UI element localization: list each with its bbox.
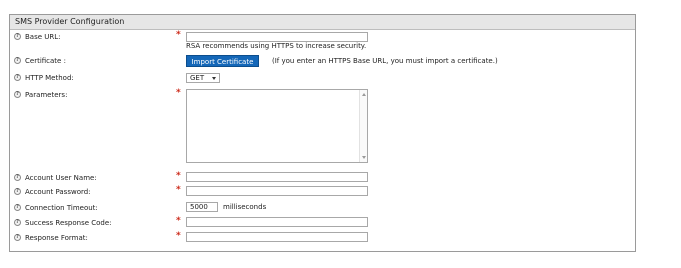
response-format-label: Response Format: [25, 234, 88, 242]
http-method-row: ? HTTP Method: GET [10, 72, 635, 84]
certificate-row: ? Certificate : Import Certificate (If y… [10, 55, 635, 67]
help-icon[interactable]: ? [14, 234, 21, 241]
success-response-code-row: ? Success Response Code: * [10, 217, 635, 229]
parameters-scrollbar[interactable] [359, 90, 367, 162]
certificate-hint: (If you enter an HTTPS Base URL, you mus… [272, 57, 498, 65]
help-icon[interactable]: ? [14, 204, 21, 211]
parameters-row: ? Parameters: * [10, 89, 635, 165]
certificate-label: Certificate : [25, 57, 66, 65]
base-url-hint: RSA recommends using HTTPS to increase s… [186, 42, 367, 50]
required-marker: * [176, 185, 181, 195]
account-password-label: Account Password: [25, 188, 91, 196]
response-format-row: ? Response Format: * [10, 232, 635, 244]
required-marker: * [176, 30, 181, 40]
required-marker: * [176, 171, 181, 181]
account-password-row: ? Account Password: * [10, 186, 635, 198]
response-format-input[interactable] [186, 232, 368, 242]
account-user-name-label: Account User Name: [25, 174, 97, 182]
success-response-code-input[interactable] [186, 217, 368, 227]
chevron-down-icon [212, 77, 216, 80]
account-password-input[interactable] [186, 186, 368, 196]
help-icon[interactable]: ? [14, 174, 21, 181]
sms-provider-config-panel: SMS Provider Configuration ? Base URL: *… [9, 14, 636, 252]
required-marker: * [176, 231, 181, 241]
parameters-label: Parameters: [25, 91, 68, 99]
parameters-value [187, 90, 190, 98]
connection-timeout-row: ? Connection Timeout: 5000 milliseconds [10, 202, 635, 214]
connection-timeout-label: Connection Timeout: [25, 204, 98, 212]
scroll-up-icon[interactable] [362, 93, 366, 96]
http-method-label: HTTP Method: [25, 74, 74, 82]
parameters-textarea[interactable] [186, 89, 368, 163]
help-icon[interactable]: ? [14, 188, 21, 195]
help-icon[interactable]: ? [14, 33, 21, 40]
help-icon[interactable]: ? [14, 219, 21, 226]
success-response-code-label: Success Response Code: [25, 219, 112, 227]
import-certificate-button[interactable]: Import Certificate [186, 55, 259, 67]
required-marker: * [176, 216, 181, 226]
connection-timeout-unit: milliseconds [223, 203, 267, 211]
required-marker: * [176, 88, 181, 98]
help-icon[interactable]: ? [14, 74, 21, 81]
account-user-name-input[interactable] [186, 172, 368, 182]
http-method-value: GET [190, 74, 205, 82]
panel-title: SMS Provider Configuration [10, 15, 635, 30]
account-user-name-row: ? Account User Name: * [10, 172, 635, 184]
help-icon[interactable]: ? [14, 57, 21, 64]
http-method-select[interactable]: GET [186, 73, 220, 83]
base-url-label: Base URL: [25, 33, 61, 41]
scroll-down-icon[interactable] [362, 156, 366, 159]
help-icon[interactable]: ? [14, 91, 21, 98]
connection-timeout-input[interactable]: 5000 [186, 202, 218, 212]
